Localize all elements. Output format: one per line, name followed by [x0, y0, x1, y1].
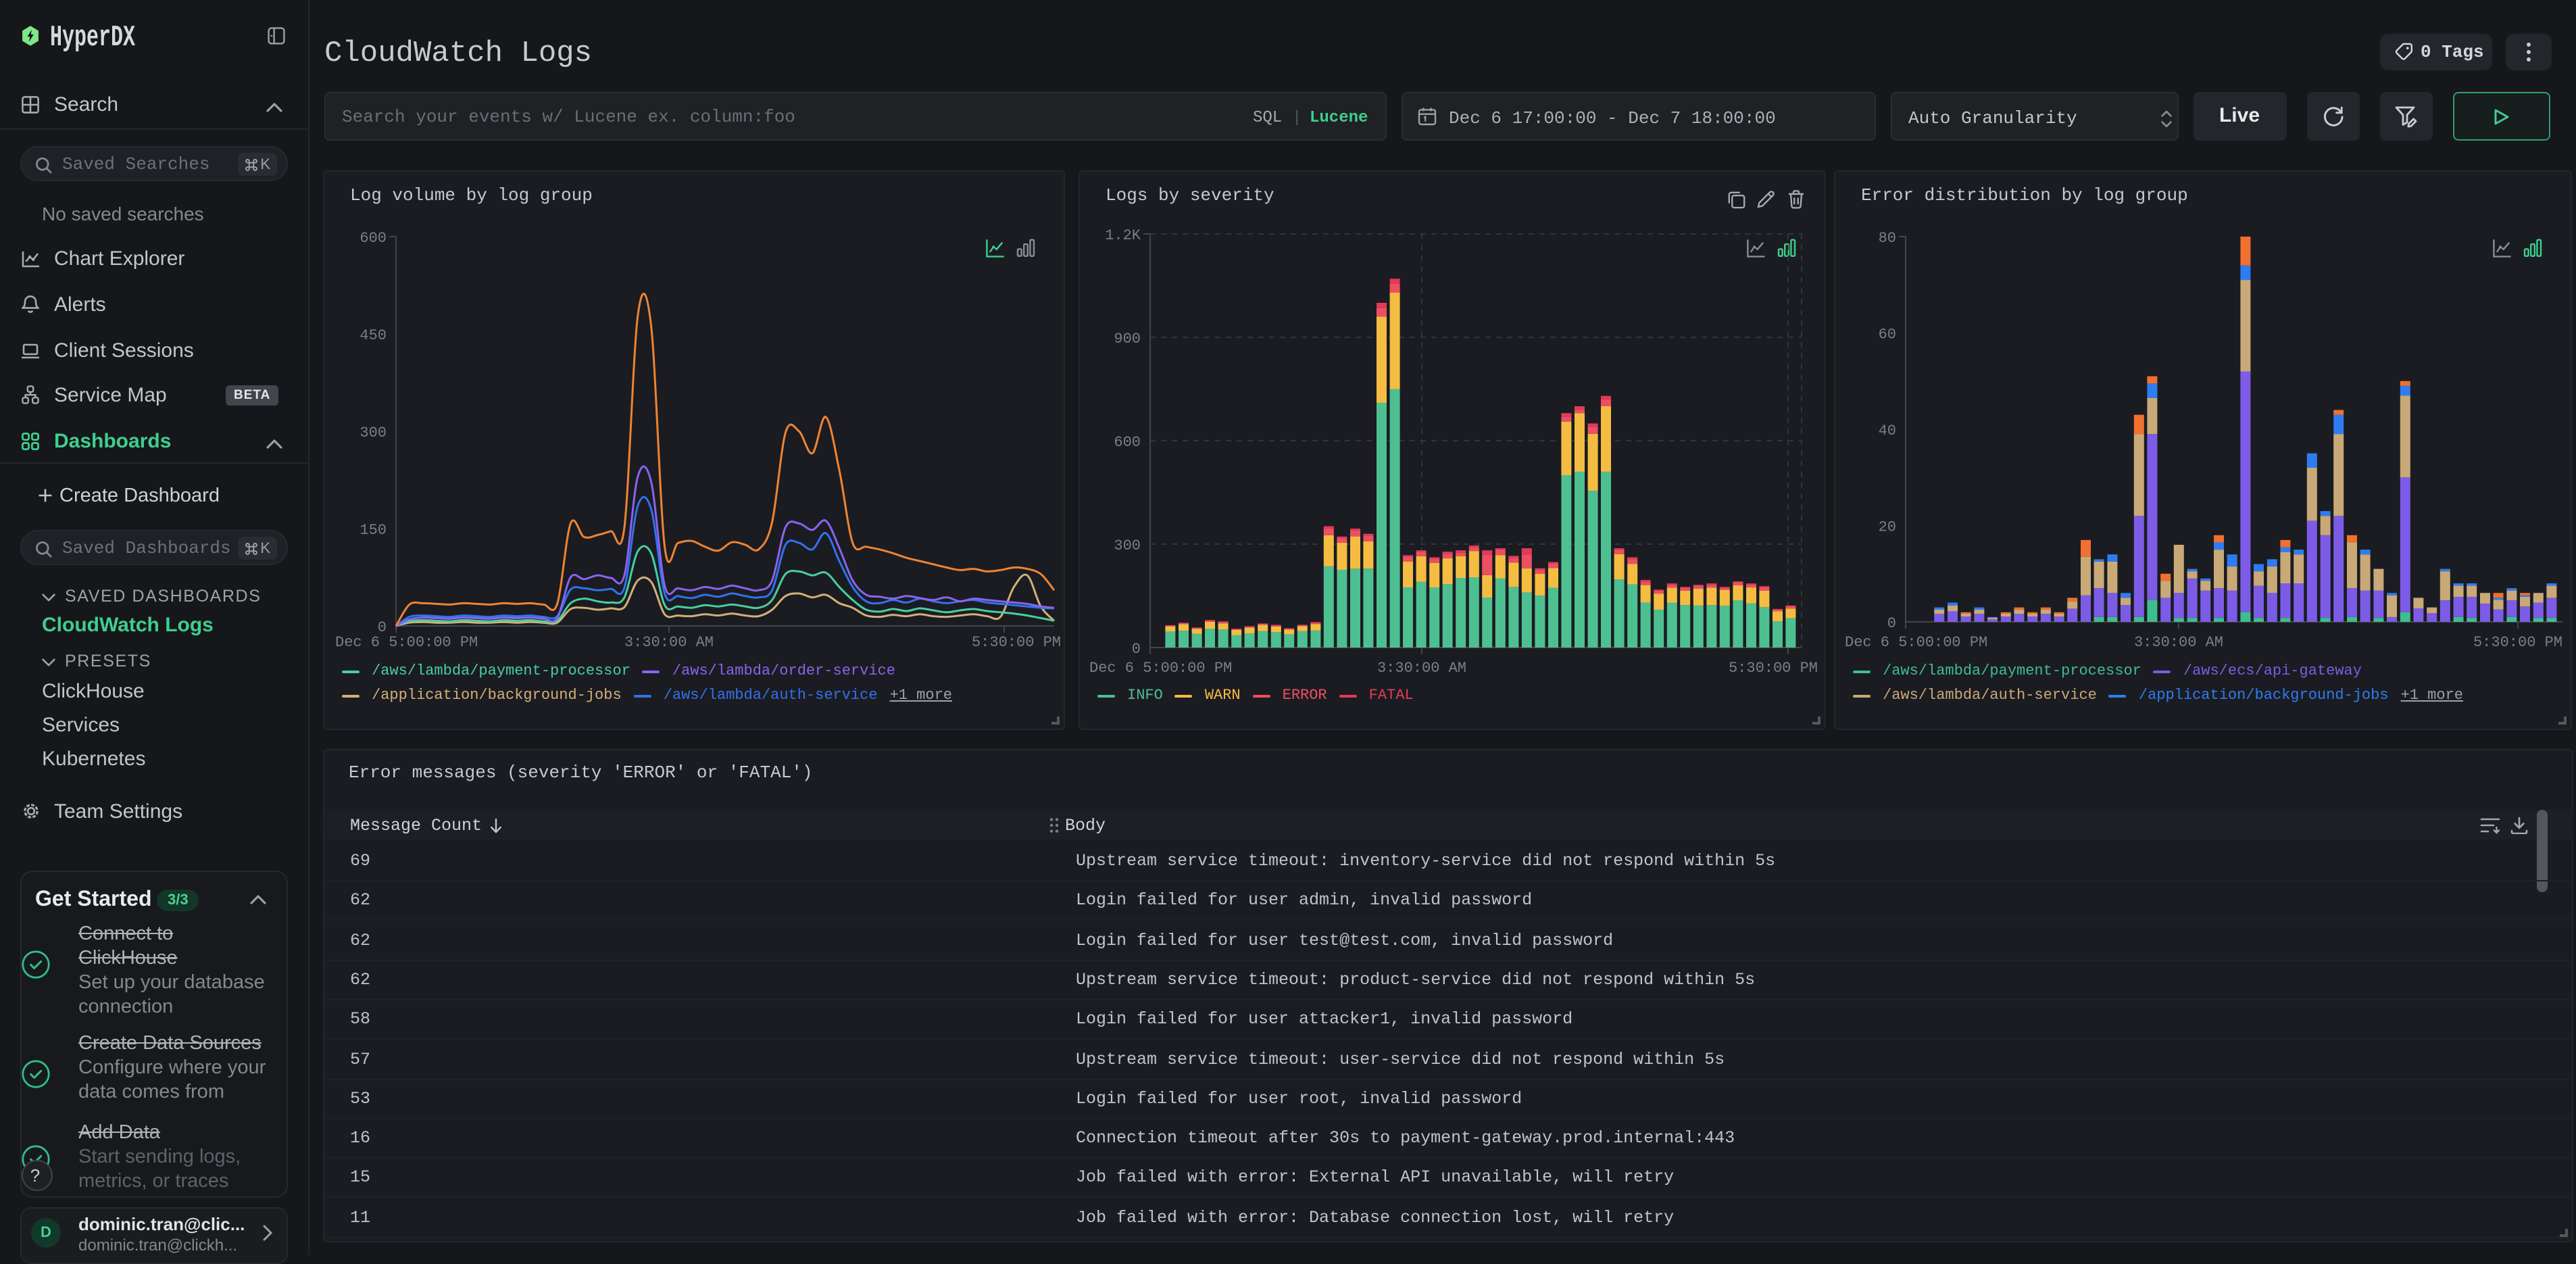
svg-text:600: 600: [360, 230, 387, 247]
svg-text:3:30:00 AM: 3:30:00 AM: [624, 634, 714, 651]
svg-text:5:30:00 PM: 5:30:00 PM: [2473, 634, 2562, 651]
svg-text:40: 40: [1879, 422, 1896, 439]
svg-text:900: 900: [1114, 331, 1141, 347]
svg-text:0: 0: [1132, 641, 1141, 658]
svg-text:0: 0: [1887, 615, 1896, 632]
svg-text:60: 60: [1879, 326, 1896, 343]
svg-text:Dec 6 5:00:00 PM: Dec 6 5:00:00 PM: [335, 634, 478, 651]
svg-text:20: 20: [1879, 519, 1896, 536]
svg-text:5:30:00 PM: 5:30:00 PM: [972, 634, 1061, 651]
svg-text:300: 300: [360, 424, 387, 441]
svg-text:3:30:00 AM: 3:30:00 AM: [2134, 634, 2223, 651]
svg-text:Dec 6 5:00:00 PM: Dec 6 5:00:00 PM: [1089, 660, 1232, 677]
svg-text:150: 150: [360, 522, 387, 539]
svg-text:1.2K: 1.2K: [1105, 227, 1141, 244]
svg-text:80: 80: [1879, 230, 1896, 247]
svg-text:450: 450: [360, 327, 387, 344]
svg-text:300: 300: [1114, 537, 1141, 554]
svg-text:3:30:00 AM: 3:30:00 AM: [1377, 660, 1466, 677]
svg-text:600: 600: [1114, 434, 1141, 451]
svg-text:5:30:00 PM: 5:30:00 PM: [1729, 660, 1818, 677]
svg-text:Dec 6 5:00:00 PM: Dec 6 5:00:00 PM: [1845, 634, 1987, 651]
